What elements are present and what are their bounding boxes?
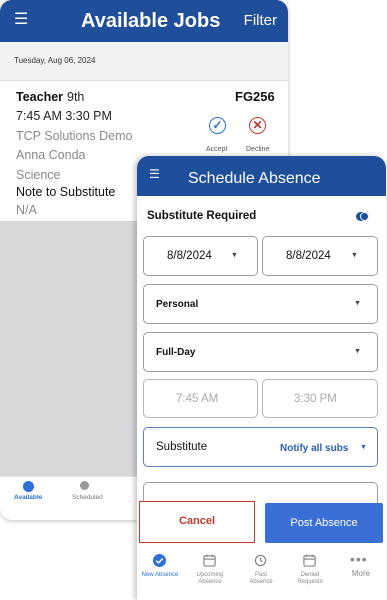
accept-label[interactable]: Accept [206,146,227,153]
start-date-value: 8/8/2024 [167,250,212,262]
job-subject: Science [16,168,61,182]
end-time-field: 3:30 PM [262,379,378,418]
decline-icon[interactable]: ✕ [249,117,266,134]
tab-upcoming-absence[interactable]: Upcoming Absence [189,572,231,586]
job-organization: TCP Solutions Demo [16,129,133,143]
decline-label[interactable]: Decline [246,146,269,153]
calendar-icon[interactable] [203,554,216,567]
more-icon[interactable]: ••• [350,551,368,567]
end-date-field[interactable]: 8/8/2024 ▼ [262,236,378,276]
job-code: FG256 [235,89,275,104]
accept-icon[interactable]: ✓ [209,117,226,134]
reason-value: Personal [156,299,199,310]
job-time: 7:45 AM 3:30 PM [16,109,112,123]
start-time-field: 7:45 AM [143,379,258,418]
substitute-required-toggle[interactable] [356,212,369,221]
scheduled-icon[interactable] [80,481,89,490]
duration-value: Full-Day [156,347,196,358]
tab-available[interactable]: Available [14,494,42,501]
substitute-label: Substitute [156,441,208,453]
substitute-option: Notify all subs [280,443,349,454]
date-header: Tuesday, Aug 06, 2024 [0,42,288,81]
note-heading: Note to Substitute [16,185,116,199]
duration-select[interactable]: Full-Day ▼ [143,332,378,372]
chevron-down-icon: ▼ [354,348,361,355]
available-check-icon[interactable] [23,481,34,492]
end-time-value: 3:30 PM [294,393,337,405]
absence-header: ☰ Schedule Absence [137,156,386,196]
menu-icon[interactable]: ☰ [14,10,28,30]
end-date-value: 8/8/2024 [286,250,331,262]
start-time-value: 7:45 AM [176,393,219,405]
filter-button[interactable]: Filter [244,11,277,31]
calendar-denied-icon[interactable] [303,554,316,567]
tab-scheduled[interactable]: Scheduled [72,494,103,501]
new-absence-check-icon[interactable] [153,554,166,567]
chevron-down-icon: ▼ [360,444,367,451]
tab-denied-requests[interactable]: Denied Requests [291,572,329,586]
menu-icon[interactable]: ☰ [149,166,160,182]
post-absence-button[interactable]: Post Absence [265,503,383,543]
chevron-down-icon: ▼ [354,300,361,307]
page-title: Schedule Absence [188,170,321,187]
history-icon[interactable] [254,554,267,567]
tab-new-absence[interactable]: New Absence [141,572,179,579]
chevron-down-icon: ▼ [351,252,358,259]
chevron-down-icon: ▼ [231,252,238,259]
job-grade: 9th [67,90,85,104]
start-date-field[interactable]: 8/8/2024 ▼ [143,236,258,276]
date-label: Tuesday, Aug 06, 2024 [14,56,96,65]
jobs-header: ☰ Available Jobs Filter [0,0,288,42]
cancel-button[interactable]: Cancel [139,501,255,543]
tab-past-absence[interactable]: Past Absence [244,572,278,586]
page-title: Available Jobs [81,10,221,32]
job-person: Anna Conda [16,148,86,162]
substitute-required-label: Substitute Required [147,210,257,222]
absence-tab-bar: New Absence Upcoming Absence Past Absenc… [137,548,386,600]
schedule-absence-screen: ☰ Schedule Absence Substitute Required 8… [137,156,386,600]
substitute-select[interactable]: Substitute Notify all subs ▼ [143,427,378,467]
reason-select[interactable]: Personal ▼ [143,284,378,324]
job-role: Teacher [16,90,64,104]
note-value: N/A [16,203,37,217]
tab-more[interactable]: More [345,570,377,578]
